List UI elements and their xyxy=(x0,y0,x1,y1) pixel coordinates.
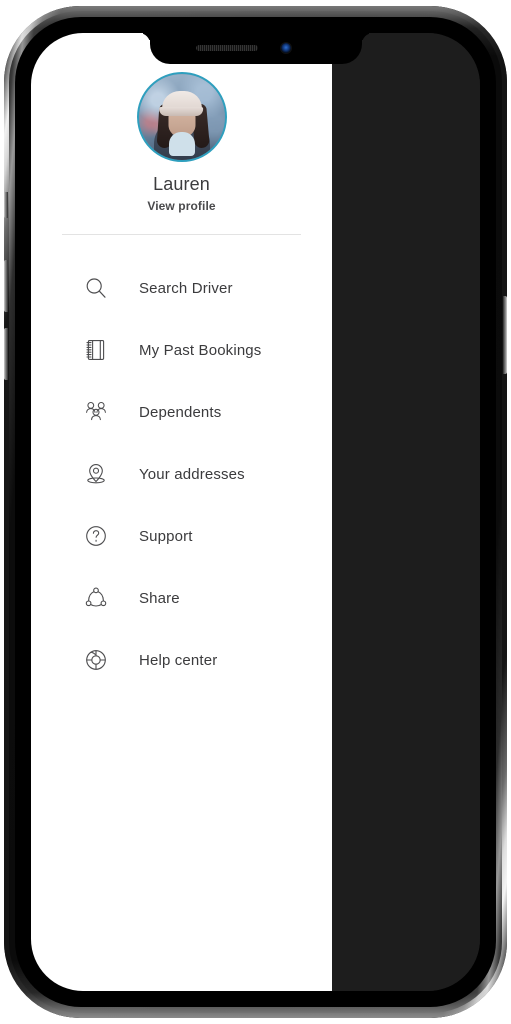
phone-screen: Lauren View profile Search Driver My Pas… xyxy=(31,33,480,991)
sidebar-item-label: My Past Bookings xyxy=(139,341,262,359)
sidebar-item-your-addresses[interactable]: Your addresses xyxy=(31,443,332,505)
profile-header[interactable]: Lauren View profile xyxy=(31,72,332,213)
volume-down-button[interactable] xyxy=(4,328,8,380)
device-notch xyxy=(149,33,362,64)
view-profile-link[interactable]: View profile xyxy=(31,199,332,213)
avatar[interactable] xyxy=(136,72,227,162)
drawer-menu-list: Search Driver My Past Bookings Dependent… xyxy=(31,257,332,691)
sidebar-item-help-center[interactable]: Help center xyxy=(31,629,332,691)
page-title: Lauren xyxy=(153,174,210,194)
drawer-scrim-overlay[interactable] xyxy=(332,33,480,991)
sidebar-item-label: Help center xyxy=(139,651,218,669)
sidebar-item-share[interactable]: Share xyxy=(31,567,332,629)
people-group-icon xyxy=(83,399,109,425)
phone-device-frame: Lauren View profile Search Driver My Pas… xyxy=(4,6,507,1018)
drawer-content: Lauren View profile Search Driver My Pas… xyxy=(31,33,332,991)
divider xyxy=(62,234,301,235)
search-icon xyxy=(83,275,109,301)
avatar-photo-cap-brim xyxy=(158,107,203,116)
sidebar-item-label: Search Driver xyxy=(139,279,233,297)
notebook-icon xyxy=(83,337,109,363)
sidebar-item-label: Share xyxy=(139,589,180,607)
front-camera-icon xyxy=(280,43,291,53)
sidebar-item-support[interactable]: Support xyxy=(31,505,332,567)
share-nodes-icon xyxy=(83,585,109,611)
sidebar-item-dependents[interactable]: Dependents xyxy=(31,381,332,443)
volume-up-button[interactable] xyxy=(4,260,8,312)
sidebar-item-label: Dependents xyxy=(139,403,222,421)
power-button[interactable] xyxy=(503,296,507,374)
sidebar-item-my-past-bookings[interactable]: My Past Bookings xyxy=(31,319,332,381)
map-pin-icon xyxy=(83,461,109,487)
lifebuoy-icon xyxy=(83,647,109,673)
speaker-grille-icon xyxy=(195,45,258,51)
silent-switch[interactable] xyxy=(4,192,8,218)
question-circle-icon xyxy=(83,523,109,549)
sidebar-item-label: Support xyxy=(139,527,193,545)
sidebar-item-search-driver[interactable]: Search Driver xyxy=(31,257,332,319)
avatar-photo-collar xyxy=(168,132,195,156)
sidebar-item-label: Your addresses xyxy=(139,465,245,483)
